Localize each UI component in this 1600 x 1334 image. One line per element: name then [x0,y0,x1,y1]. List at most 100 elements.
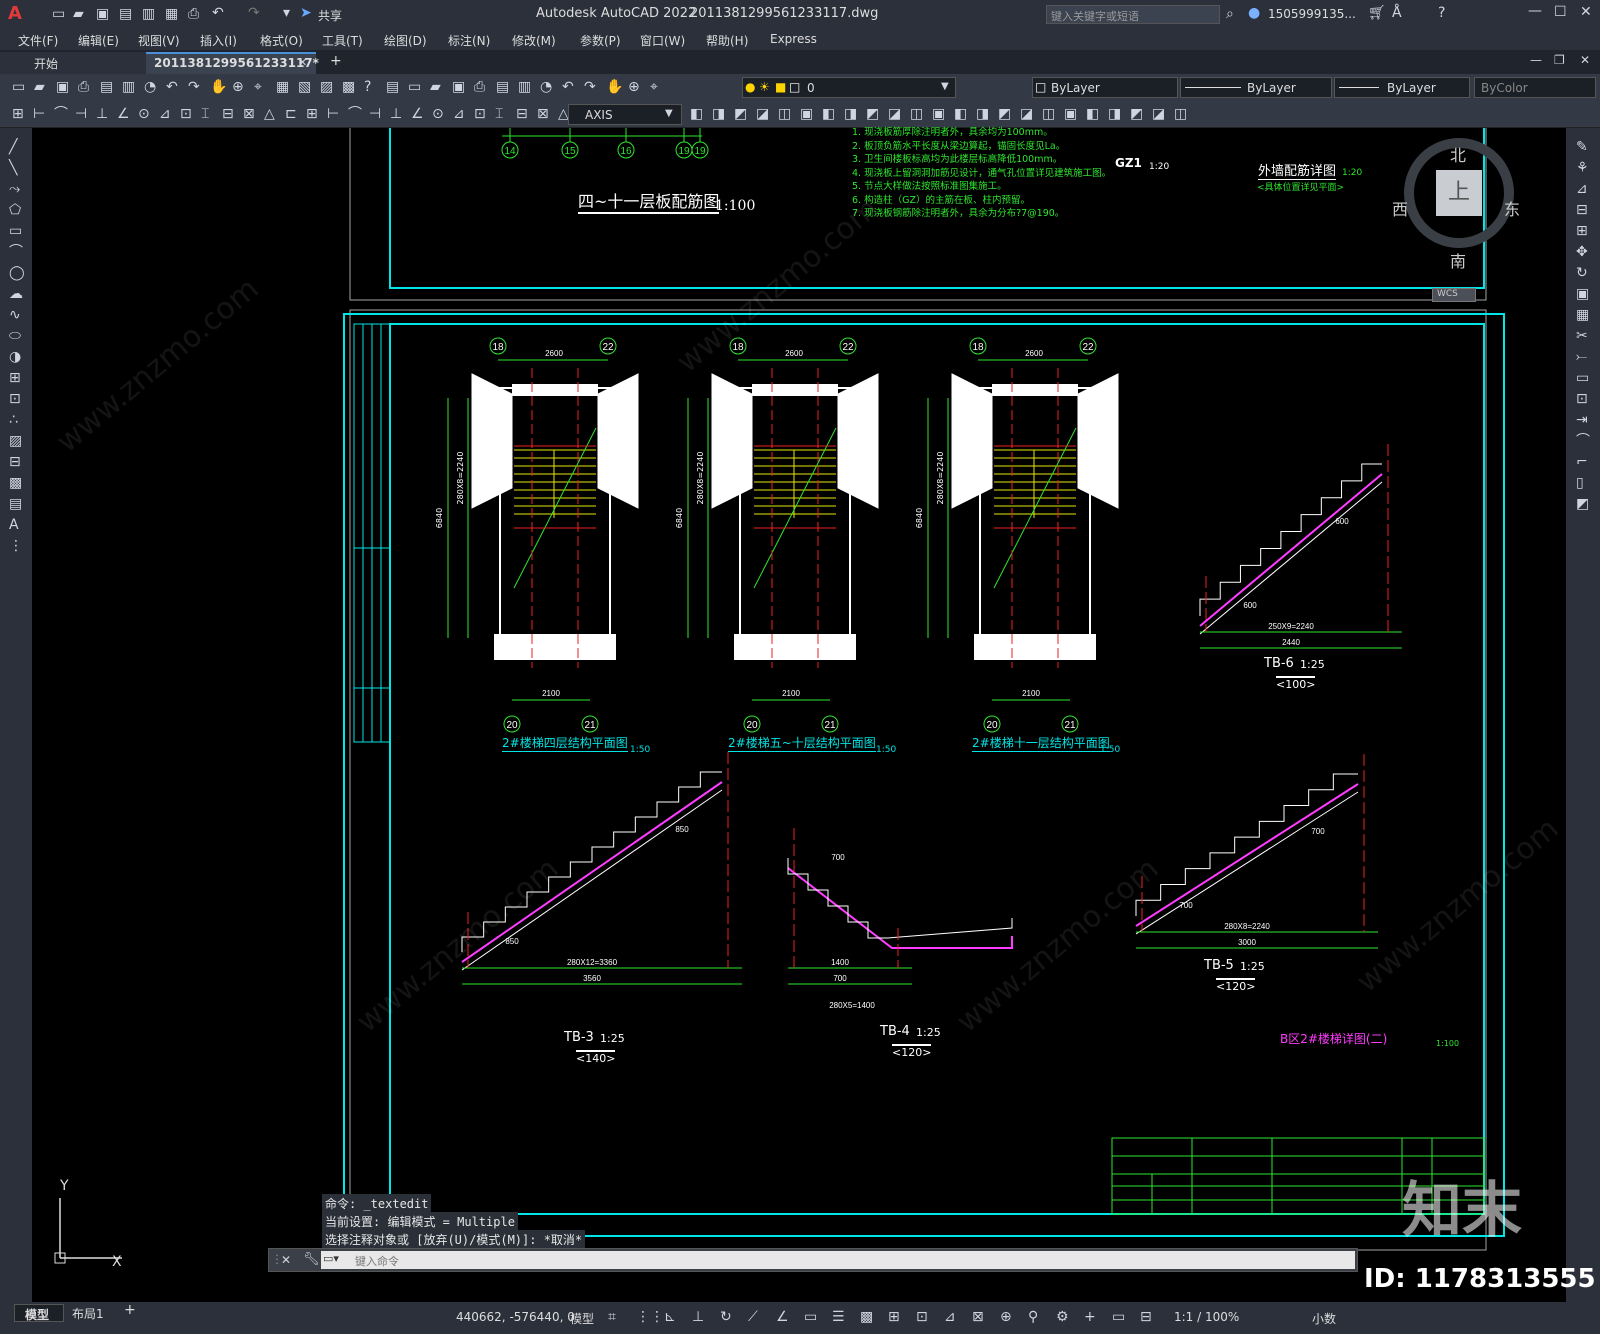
tab-drawing[interactable]: 2011381299561233117* ✕ [146,52,319,74]
menu-item-6[interactable]: 绘图(D) [384,32,427,49]
dim-tool-0-icon[interactable]: ⊞ [12,107,24,121]
status-toggle-10-icon[interactable]: ⊞ [888,1310,900,1324]
view-tool-20-icon[interactable]: ◩ [1130,107,1143,121]
modify-tool-16-icon[interactable]: ▯ [1576,476,1584,490]
std-tool-25-icon[interactable]: ↶ [562,80,574,94]
dim-tool-7-icon[interactable]: ⊿ [159,107,171,121]
draw-tool-15-icon[interactable]: ⊟ [9,455,21,469]
dim-tool-23-icon[interactable]: ⌶ [495,107,503,121]
lineweight-combo[interactable]: ByLayer [1334,77,1470,98]
dim-tool-18-icon[interactable]: ⊥ [390,107,402,121]
view-tool-1-icon[interactable]: ◨ [712,107,725,121]
draw-tool-6-icon[interactable]: ◯ [9,266,25,280]
menu-item-10[interactable]: 窗口(W) [640,32,685,49]
undo-icon[interactable]: ↶ [212,6,224,20]
status-toggle-2-icon[interactable]: ⊾ [664,1310,676,1324]
std-tool-23-icon[interactable]: ▥ [518,80,531,94]
modify-tool-11-icon[interactable]: ▭ [1576,371,1589,385]
modify-tool-3-icon[interactable]: ⊟ [1576,203,1588,217]
std-tool-19-icon[interactable]: ▰ [430,80,441,94]
modify-tool-9-icon[interactable]: ✂ [1576,329,1588,343]
open-file-icon[interactable]: ▰ [73,7,84,21]
new-tab-button[interactable]: + [330,53,342,69]
menu-item-2[interactable]: 视图(V) [138,32,180,49]
std-tool-29-icon[interactable]: ⌖ [650,80,658,94]
save-icon[interactable]: ▣ [96,7,109,21]
dim-tool-1-icon[interactable]: ⊢ [33,107,45,121]
view-tool-10-icon[interactable]: ◫ [910,107,923,121]
modify-tool-1-icon[interactable]: ⚘ [1576,161,1589,175]
user-icon[interactable]: ● [1248,6,1260,20]
view-tool-7-icon[interactable]: ◨ [844,107,857,121]
dim-tool-16-icon[interactable]: ⌒ [348,107,362,121]
modify-tool-15-icon[interactable]: ⌐ [1576,455,1588,469]
viewcube-top-face[interactable]: 上 [1436,170,1482,216]
draw-tool-13-icon[interactable]: ∴ [9,413,18,427]
search-icon[interactable]: ⌕ [1226,7,1234,21]
std-tool-7-icon[interactable]: ↶ [166,80,178,94]
help-icon[interactable]: ? [1438,6,1445,20]
view-tool-15-icon[interactable]: ◪ [1020,107,1033,121]
draw-tool-2-icon[interactable]: ⤳ [9,182,20,196]
draw-tool-19-icon[interactable]: ⋮ [9,539,23,553]
model-space-button[interactable]: 模型 [570,1310,594,1327]
dim-tool-9-icon[interactable]: ⌶ [201,107,209,121]
plotstyle-combo[interactable]: ByColor [1474,77,1596,98]
dim-tool-2-icon[interactable]: ⌒ [54,107,68,121]
status-toggle-13-icon[interactable]: ⊠ [972,1310,984,1324]
status-toggle-3-icon[interactable]: ⊥ [692,1310,704,1324]
view-tool-3-icon[interactable]: ◪ [756,107,769,121]
std-tool-16-icon[interactable]: ? [364,80,371,94]
compass-north[interactable]: 北 [1450,142,1466,166]
dim-tool-13-icon[interactable]: ⊏ [285,107,297,121]
std-tool-8-icon[interactable]: ↷ [188,80,200,94]
view-tool-22-icon[interactable]: ◫ [1174,107,1187,121]
std-tool-12-icon[interactable]: ▦ [276,80,289,94]
menu-item-12[interactable]: Express [770,32,817,46]
menu-item-4[interactable]: 格式(O) [260,32,303,49]
status-toggle-6-icon[interactable]: ∠ [776,1310,789,1324]
std-tool-26-icon[interactable]: ↷ [584,80,596,94]
dim-tool-8-icon[interactable]: ⊡ [180,107,192,121]
dim-tool-12-icon[interactable]: △ [264,107,275,121]
status-toggle-16-icon[interactable]: ⚙ [1056,1310,1069,1324]
modify-tool-10-icon[interactable]: ⤚ [1576,350,1587,364]
status-toggle-11-icon[interactable]: ⊡ [916,1310,928,1324]
status-toggle-17-icon[interactable]: + [1084,1310,1096,1324]
std-tool-20-icon[interactable]: ▣ [452,80,465,94]
std-tool-9-icon[interactable]: ✋ [210,80,227,94]
command-close-icon[interactable]: ✕ [281,1254,291,1266]
std-tool-27-icon[interactable]: ✋ [606,80,623,94]
modify-tool-13-icon[interactable]: ⇥ [1576,413,1588,427]
wrench-icon[interactable]: 🔧︎ [303,1253,320,1266]
modify-tool-8-icon[interactable]: ▦ [1576,308,1589,322]
draw-tool-0-icon[interactable]: ╱ [9,140,17,154]
view-tool-12-icon[interactable]: ◧ [954,107,967,121]
std-tool-5-icon[interactable]: ▥ [122,80,135,94]
draw-tool-11-icon[interactable]: ⊞ [9,371,21,385]
color-combo[interactable]: □ ByLayer [1032,77,1178,98]
view-tool-14-icon[interactable]: ◩ [998,107,1011,121]
std-tool-1-icon[interactable]: ▰ [34,80,45,94]
dim-tool-11-icon[interactable]: ⊠ [243,107,255,121]
modify-tool-4-icon[interactable]: ⊞ [1576,224,1588,238]
tab-close-icon[interactable]: ✕ [298,57,307,68]
new-file-icon[interactable]: ▭ [52,7,65,21]
wcs-menu[interactable]: WCS [1432,288,1476,302]
view-tool-19-icon[interactable]: ◨ [1108,107,1121,121]
std-tool-0-icon[interactable]: ▭ [12,80,25,94]
view-tool-5-icon[interactable]: ▣ [800,107,813,121]
menu-item-8[interactable]: 修改(M) [512,32,556,49]
std-tool-22-icon[interactable]: ▤ [496,80,509,94]
compass-south[interactable]: 南 [1450,248,1466,272]
draw-tool-9-icon[interactable]: ⬭ [9,329,21,343]
view-tool-9-icon[interactable]: ◪ [888,107,901,121]
compass-west[interactable]: 西 [1392,196,1408,220]
view-tool-4-icon[interactable]: ◫ [778,107,791,121]
add-layout-button[interactable]: + [124,1302,136,1318]
share-icon[interactable]: ➤ [300,6,312,20]
draw-tool-1-icon[interactable]: ╲ [9,161,17,175]
modify-tool-6-icon[interactable]: ↻ [1576,266,1588,280]
user-name[interactable]: 1505999135... [1268,7,1356,21]
status-toggle-1-icon[interactable]: ⋮⋮ [636,1310,664,1324]
